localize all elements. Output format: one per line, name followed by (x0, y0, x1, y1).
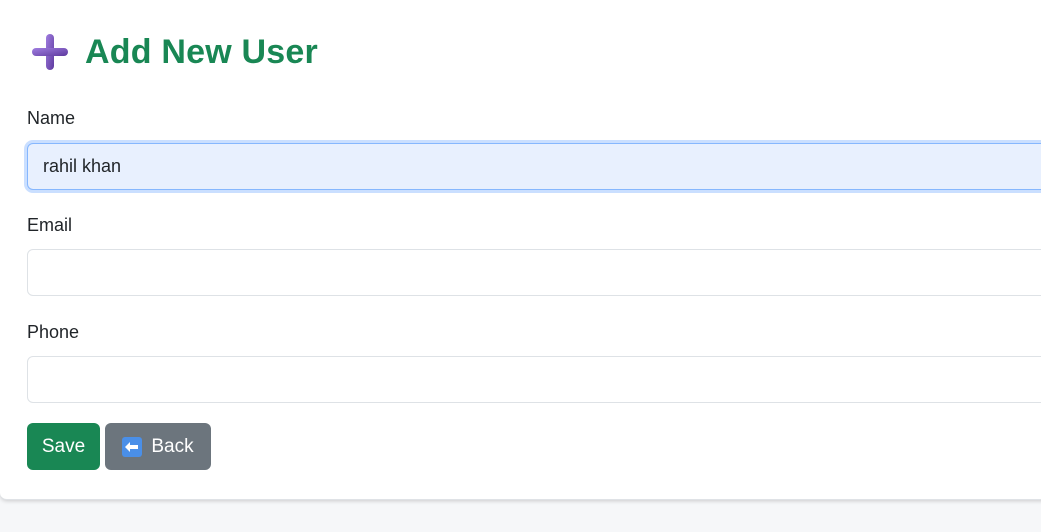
save-button[interactable]: Save (27, 423, 100, 470)
plus-icon (32, 34, 68, 70)
email-input[interactable] (27, 249, 1041, 296)
phone-label: Phone (27, 322, 80, 342)
name-label: Name (27, 108, 76, 128)
page-title: Add New User (85, 32, 318, 71)
page-header: Add New User (30, 30, 318, 74)
back-button[interactable]: Back (105, 423, 211, 470)
save-button-label: Save (41, 435, 86, 457)
left-arrow-icon (122, 436, 143, 457)
back-button-label: Back (151, 435, 194, 457)
name-input[interactable] (27, 143, 1041, 190)
phone-input[interactable] (27, 356, 1041, 403)
email-label: Email (27, 215, 73, 235)
form-card: Add New User Name Email Phone Save Back (0, 0, 1041, 500)
